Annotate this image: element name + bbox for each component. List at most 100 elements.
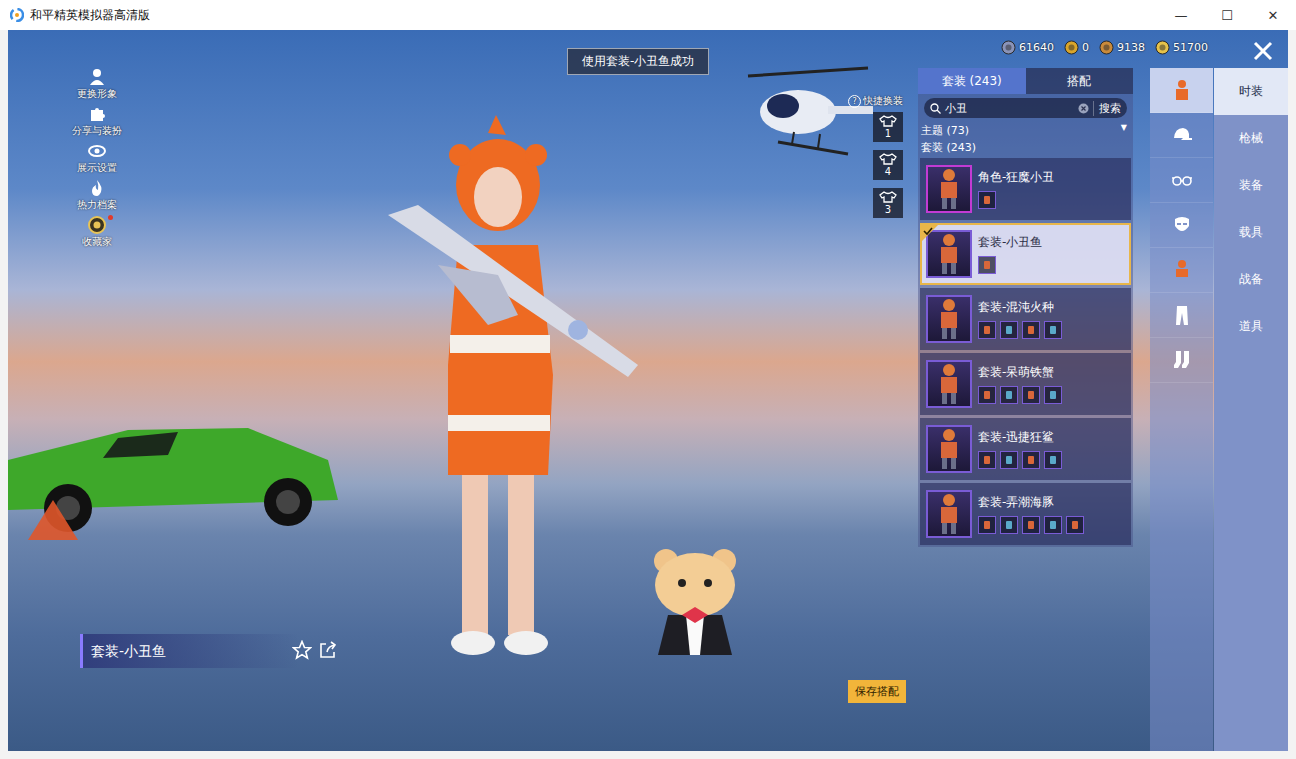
- share-icon[interactable]: [318, 640, 338, 660]
- category-button[interactable]: [1150, 68, 1213, 113]
- main-tab[interactable]: 装备: [1214, 162, 1288, 209]
- search-field[interactable]: 小丑 搜索: [924, 98, 1127, 118]
- outfit-item[interactable]: 套装-混沌火种: [920, 288, 1131, 350]
- outfit-parts: [978, 451, 1062, 469]
- outfit-part[interactable]: [978, 256, 996, 274]
- outfit-thumbnail: [926, 490, 972, 538]
- outfit-item[interactable]: 套装-小丑鱼: [920, 223, 1131, 285]
- outfit-part[interactable]: [1000, 321, 1018, 339]
- coin-icon: [1155, 40, 1170, 55]
- person-icon: [88, 68, 106, 86]
- outfit-part[interactable]: [1000, 386, 1018, 404]
- coin-icon: [1099, 40, 1114, 55]
- outfit-figure-icon: [934, 493, 964, 535]
- coin-icon: [1001, 40, 1016, 55]
- outfit-part[interactable]: [978, 516, 996, 534]
- garment-icon: [1025, 519, 1037, 531]
- category-button[interactable]: [1150, 248, 1213, 293]
- left-menu-item[interactable]: 更换形象: [66, 67, 128, 101]
- left-menu-item[interactable]: 分享与装扮: [66, 104, 128, 138]
- garment-icon: [981, 194, 993, 206]
- theme-filter[interactable]: 主题 (73) ▼: [918, 122, 1133, 139]
- outfit-slot-button[interactable]: 3: [873, 188, 903, 218]
- outfit-part[interactable]: [1022, 516, 1040, 534]
- category-button[interactable]: [1150, 293, 1213, 338]
- garment-icon: [981, 519, 993, 531]
- outfit-part[interactable]: [978, 386, 996, 404]
- check-icon: [922, 225, 938, 241]
- outfit-part[interactable]: [1044, 386, 1062, 404]
- outfit-nameplate: 套装-小丑鱼: [80, 634, 299, 668]
- main-tab-column: 时装枪械装备载具战备道具: [1214, 68, 1288, 751]
- outfit-parts: [978, 516, 1084, 534]
- clear-icon[interactable]: [1078, 103, 1089, 114]
- garment-icon: [981, 454, 993, 466]
- outfit-item[interactable]: 角色-狂魔小丑: [920, 158, 1131, 220]
- category-button[interactable]: [1150, 158, 1213, 203]
- sports-car-icon: [8, 400, 348, 540]
- outfit-name: 套装-混沌火种: [978, 299, 1062, 316]
- outfit-part[interactable]: [1044, 516, 1062, 534]
- search-input[interactable]: 小丑: [945, 101, 1074, 116]
- category-button[interactable]: [1150, 203, 1213, 248]
- outfit-part[interactable]: [978, 191, 996, 209]
- main-tab[interactable]: 载具: [1214, 209, 1288, 256]
- main-tab[interactable]: 战备: [1214, 256, 1288, 303]
- main-tab[interactable]: 道具: [1214, 303, 1288, 350]
- outfit-part[interactable]: [1066, 516, 1084, 534]
- outfit-part[interactable]: [1000, 451, 1018, 469]
- outfit-parts: [978, 256, 1042, 274]
- magnifier-icon: [930, 103, 941, 114]
- outfit-part[interactable]: [1000, 516, 1018, 534]
- help-button[interactable]: ?: [848, 95, 861, 108]
- outfit-name: 套装-迅捷狂鲨: [978, 429, 1062, 446]
- outfit-part[interactable]: [1022, 321, 1040, 339]
- outfit-slot-button[interactable]: 1: [873, 112, 903, 142]
- main-tab[interactable]: 枪械: [1214, 115, 1288, 162]
- outfit-panel: 套装 (243)搭配 小丑 搜索 主题 (73) ▼ 套装 (243) 角色-狂…: [918, 68, 1133, 547]
- garment-icon: [1003, 389, 1015, 401]
- outfit-slot-button[interactable]: 4: [873, 150, 903, 180]
- outfit-name: 角色-狂魔小丑: [978, 169, 1054, 186]
- category-button[interactable]: [1150, 113, 1213, 158]
- window-control-button[interactable]: ☐: [1204, 0, 1250, 30]
- star-icon[interactable]: [292, 640, 312, 660]
- garment-icon: [981, 324, 993, 336]
- notification-dot: [108, 215, 113, 220]
- garment-icon: [1025, 454, 1037, 466]
- outfit-part[interactable]: [978, 451, 996, 469]
- close-button[interactable]: [1250, 38, 1276, 64]
- window-control-button[interactable]: —: [1158, 0, 1204, 30]
- outfit-thumbnail: [926, 295, 972, 343]
- panel-tab[interactable]: 搭配: [1026, 68, 1134, 94]
- left-menu-item[interactable]: 热力档案: [66, 178, 128, 212]
- left-menu-item[interactable]: 展示设置: [66, 141, 128, 175]
- outfit-figure-icon: [934, 428, 964, 470]
- left-menu-item[interactable]: 收藏家: [66, 215, 128, 249]
- outfit-item[interactable]: 套装-弄潮海豚: [920, 483, 1131, 545]
- outfit-item[interactable]: 套装-迅捷狂鲨: [920, 418, 1131, 480]
- outfit-item[interactable]: 套装-呆萌铁蟹: [920, 353, 1131, 415]
- outfit-part[interactable]: [1022, 451, 1040, 469]
- quick-change-slots: 1 4 3: [873, 112, 903, 218]
- outfit-part[interactable]: [1044, 321, 1062, 339]
- category-column: [1150, 68, 1213, 751]
- main-tab[interactable]: 时装: [1214, 68, 1288, 115]
- search-button[interactable]: 搜索: [1093, 101, 1121, 116]
- garment-icon: [1025, 389, 1037, 401]
- garment-icon: [1025, 324, 1037, 336]
- category-button[interactable]: [1150, 338, 1213, 383]
- outfit-thumbnail: [926, 165, 972, 213]
- outfit-figure-icon: [934, 298, 964, 340]
- outfit-part[interactable]: [1044, 451, 1062, 469]
- collection-badge-icon: [87, 215, 107, 235]
- quick-change: ? 快捷换装 1 4 3: [848, 94, 903, 218]
- outfit-part[interactable]: [1022, 386, 1040, 404]
- currency-item: 0: [1064, 40, 1089, 55]
- outfit-figure-icon: [934, 233, 964, 275]
- save-outfit-button[interactable]: 保存搭配: [848, 680, 906, 703]
- window-control-button[interactable]: ✕: [1250, 0, 1296, 30]
- garment-icon: [981, 259, 993, 271]
- outfit-part[interactable]: [978, 321, 996, 339]
- panel-tab[interactable]: 套装 (243): [918, 68, 1026, 94]
